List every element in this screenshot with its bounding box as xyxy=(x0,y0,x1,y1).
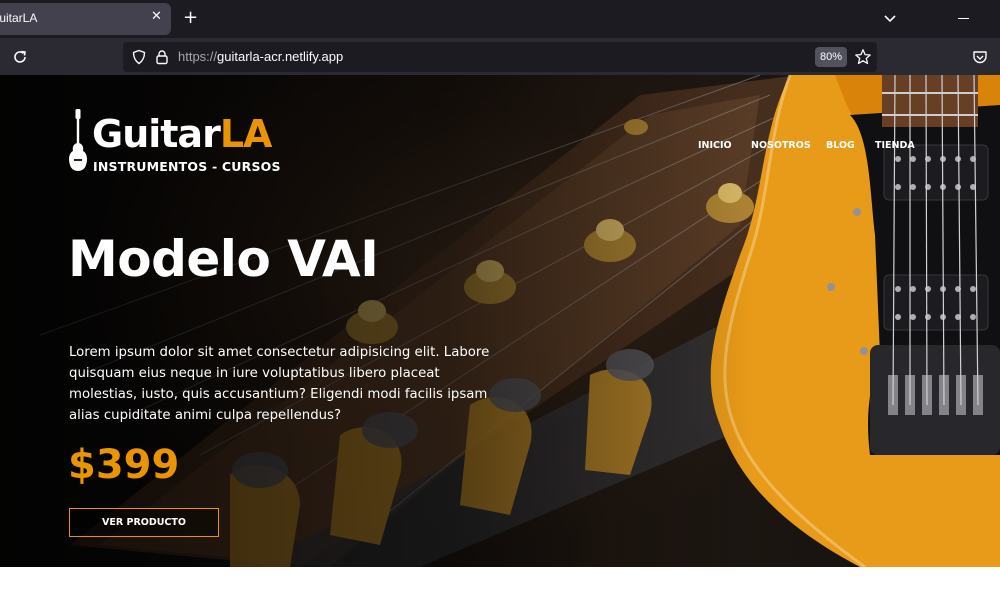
hero-title: Modelo VAI xyxy=(68,230,379,288)
hero-section: GuitarLA INSTRUMENTOS - CURSOS INICIO NO… xyxy=(0,75,1000,567)
nav-link-tienda[interactable]: TIENDA xyxy=(875,140,915,151)
close-tab-icon[interactable]: ✕ xyxy=(151,9,162,24)
nav-link-inicio[interactable]: INICIO xyxy=(698,140,732,151)
minimize-icon[interactable] xyxy=(958,18,969,19)
browser-tab-active[interactable]: GuitarLA ✕ xyxy=(0,3,171,35)
new-tab-icon[interactable]: + xyxy=(183,7,198,29)
shield-icon[interactable] xyxy=(131,49,147,65)
nav-link-nosotros[interactable]: NOSOTROS xyxy=(751,140,811,151)
hero-price: $399 xyxy=(68,442,180,488)
chevron-down-icon[interactable] xyxy=(882,11,898,27)
logo-tagline: INSTRUMENTOS - CURSOS xyxy=(93,159,281,174)
guitar-logo-icon xyxy=(69,109,87,171)
lock-icon[interactable] xyxy=(154,49,170,65)
browser-nav-bar: https://guitarla-acr.netlify.app 80% xyxy=(0,38,1000,75)
url-text[interactable]: https://guitarla-acr.netlify.app xyxy=(178,49,343,64)
page-content-below-hero xyxy=(0,567,1000,600)
ver-producto-button[interactable]: VER PRODUCTO xyxy=(69,508,219,537)
logo-word-la: LA xyxy=(219,112,273,156)
logo-wordmark: GuitarLA xyxy=(92,112,273,156)
tab-title: GuitarLA xyxy=(0,11,38,25)
url-bar[interactable]: https://guitarla-acr.netlify.app 80% xyxy=(123,42,877,72)
browser-tab-bar: GuitarLA ✕ + xyxy=(0,0,1000,38)
site-logo[interactable]: GuitarLA INSTRUMENTOS - CURSOS xyxy=(66,109,296,179)
pocket-icon[interactable] xyxy=(971,48,989,66)
logo-word-guitar: Guitar xyxy=(92,112,221,156)
hero-description: Lorem ipsum dolor sit amet consectetur a… xyxy=(69,345,490,423)
star-icon[interactable] xyxy=(854,48,872,66)
zoom-indicator[interactable]: 80% xyxy=(815,47,848,67)
url-host: guitarla-acr.netlify.app xyxy=(217,49,344,64)
reload-icon[interactable] xyxy=(11,48,29,66)
nav-link-blog[interactable]: BLOG xyxy=(826,140,855,151)
url-protocol: https:// xyxy=(178,49,218,64)
